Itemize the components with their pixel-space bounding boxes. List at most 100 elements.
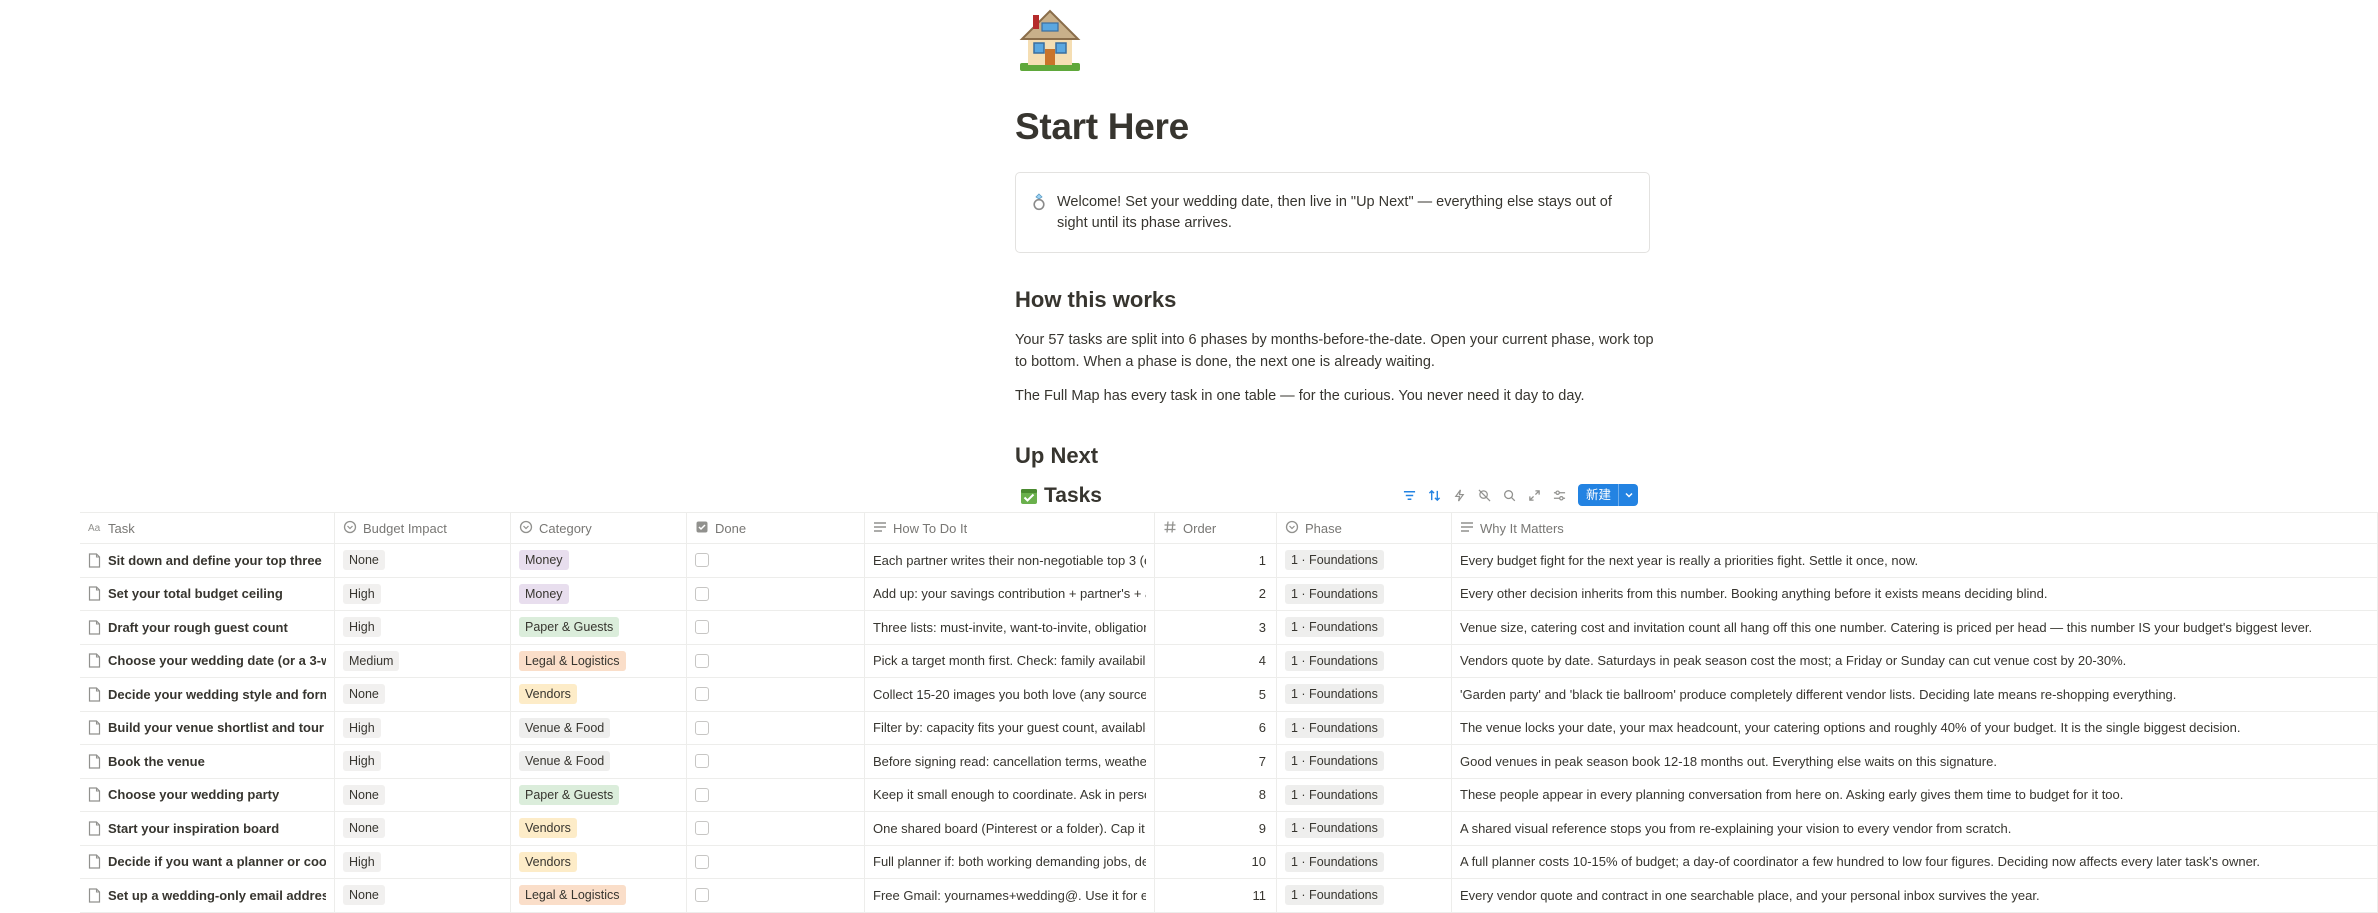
task-title[interactable]: Start your inspiration board bbox=[108, 821, 279, 836]
column-header-order[interactable]: Order bbox=[1155, 513, 1277, 543]
done-checkbox[interactable] bbox=[695, 720, 709, 735]
database-title[interactable]: Tasks bbox=[1020, 483, 1102, 509]
task-cell[interactable]: Draft your rough guest count bbox=[80, 611, 335, 644]
task-cell[interactable]: Set your total budget ceiling bbox=[80, 577, 335, 610]
task-cell[interactable]: Decide your wedding style and formalit bbox=[80, 678, 335, 711]
budget-impact-cell[interactable]: None bbox=[335, 678, 511, 711]
order-cell[interactable]: 11 bbox=[1155, 879, 1277, 912]
how-to-do-it-cell[interactable]: Before signing read: cancellation terms,… bbox=[865, 745, 1155, 778]
why-it-matters-cell[interactable]: These people appear in every planning co… bbox=[1452, 778, 2378, 811]
why-it-matters-cell[interactable]: Good venues in peak season book 12-18 mo… bbox=[1452, 745, 2378, 778]
search-off-icon[interactable] bbox=[1472, 482, 1497, 508]
category-cell[interactable]: Paper & Guests bbox=[511, 611, 687, 644]
done-checkbox[interactable] bbox=[695, 821, 709, 836]
why-it-matters-cell[interactable]: Every vendor quote and contract in one s… bbox=[1452, 879, 2378, 912]
sort-icon[interactable] bbox=[1422, 482, 1447, 508]
task-cell[interactable]: Book the venue bbox=[80, 745, 335, 778]
task-cell[interactable]: Build your venue shortlist and tour top bbox=[80, 711, 335, 744]
table-row[interactable]: Decide if you want a planner or coordin H… bbox=[80, 845, 2378, 879]
category-cell[interactable]: Vendors bbox=[511, 812, 687, 845]
done-checkbox[interactable] bbox=[695, 854, 709, 869]
budget-impact-cell[interactable]: Medium bbox=[335, 644, 511, 677]
task-title[interactable]: Decide if you want a planner or coordin bbox=[108, 854, 326, 869]
table-row[interactable]: Choose your wedding date (or a 3-weel Med… bbox=[80, 644, 2378, 678]
category-cell[interactable]: Venue & Food bbox=[511, 745, 687, 778]
lightning-icon[interactable] bbox=[1447, 482, 1472, 508]
how-to-do-it-cell[interactable]: Pick a target month first. Check: family… bbox=[865, 644, 1155, 677]
phase-cell[interactable]: 1 · Foundations bbox=[1277, 711, 1452, 744]
done-checkbox[interactable] bbox=[695, 620, 709, 635]
phase-cell[interactable]: 1 · Foundations bbox=[1277, 577, 1452, 610]
table-row[interactable]: Set up a wedding-only email address None L… bbox=[80, 879, 2378, 913]
order-cell[interactable]: 10 bbox=[1155, 845, 1277, 878]
category-cell[interactable]: Legal & Logistics bbox=[511, 879, 687, 912]
task-title[interactable]: Set up a wedding-only email address bbox=[108, 888, 326, 903]
category-cell[interactable]: Money bbox=[511, 577, 687, 610]
column-header-why-it-matters[interactable]: Why It Matters bbox=[1452, 513, 2378, 543]
phase-cell[interactable]: 1 · Foundations bbox=[1277, 778, 1452, 811]
done-checkbox[interactable] bbox=[695, 553, 709, 568]
why-it-matters-cell[interactable]: The venue locks your date, your max head… bbox=[1452, 711, 2378, 744]
budget-impact-cell[interactable]: None bbox=[335, 812, 511, 845]
column-header-done[interactable]: Done bbox=[687, 513, 865, 543]
done-checkbox[interactable] bbox=[695, 754, 709, 769]
why-it-matters-cell[interactable]: Every other decision inherits from this … bbox=[1452, 577, 2378, 610]
how-to-do-it-cell[interactable]: Collect 15-20 images you both love (any … bbox=[865, 678, 1155, 711]
table-row[interactable]: Build your venue shortlist and tour top H… bbox=[80, 711, 2378, 745]
task-title[interactable]: Choose your wedding date (or a 3-weel bbox=[108, 653, 326, 668]
house-icon[interactable] bbox=[1018, 5, 1082, 73]
task-cell[interactable]: Choose your wedding date (or a 3-weel bbox=[80, 644, 335, 677]
how-to-do-it-cell[interactable]: Each partner writes their non-negotiable… bbox=[865, 544, 1155, 577]
page-title[interactable]: Start Here bbox=[1015, 106, 1189, 148]
task-title[interactable]: Draft your rough guest count bbox=[108, 620, 288, 635]
column-header-how-to-do-it[interactable]: How To Do It bbox=[865, 513, 1155, 543]
task-title[interactable]: Build your venue shortlist and tour top bbox=[108, 720, 326, 735]
phase-cell[interactable]: 1 · Foundations bbox=[1277, 812, 1452, 845]
phase-cell[interactable]: 1 · Foundations bbox=[1277, 745, 1452, 778]
task-title[interactable]: Choose your wedding party bbox=[108, 787, 279, 802]
task-title[interactable]: Book the venue bbox=[108, 754, 205, 769]
done-checkbox[interactable] bbox=[695, 787, 709, 802]
how-to-do-it-cell[interactable]: Keep it small enough to coordinate. Ask … bbox=[865, 778, 1155, 811]
why-it-matters-cell[interactable]: A shared visual reference stops you from… bbox=[1452, 812, 2378, 845]
table-row[interactable]: Book the venue High Venue & Food Before sig… bbox=[80, 745, 2378, 779]
table-row[interactable]: Decide your wedding style and formalit No… bbox=[80, 678, 2378, 712]
how-to-do-it-cell[interactable]: Free Gmail: yournames+wedding@. Use it f… bbox=[865, 879, 1155, 912]
budget-impact-cell[interactable]: High bbox=[335, 611, 511, 644]
phase-cell[interactable]: 1 · Foundations bbox=[1277, 544, 1452, 577]
why-it-matters-cell[interactable]: Venue size, catering cost and invitation… bbox=[1452, 611, 2378, 644]
budget-impact-cell[interactable]: None bbox=[335, 879, 511, 912]
order-cell[interactable]: 9 bbox=[1155, 812, 1277, 845]
how-to-do-it-cell[interactable]: Add up: your savings contribution + part… bbox=[865, 577, 1155, 610]
budget-impact-cell[interactable]: High bbox=[335, 845, 511, 878]
done-checkbox[interactable] bbox=[695, 653, 709, 668]
order-cell[interactable]: 7 bbox=[1155, 745, 1277, 778]
new-button[interactable]: 新建 bbox=[1578, 484, 1639, 506]
column-header-task[interactable]: Aa Task bbox=[80, 513, 335, 543]
budget-impact-cell[interactable]: High bbox=[335, 577, 511, 610]
budget-impact-cell[interactable]: High bbox=[335, 711, 511, 744]
task-title[interactable]: Set your total budget ceiling bbox=[108, 586, 283, 601]
table-row[interactable]: Set your total budget ceiling High Money Ad… bbox=[80, 577, 2378, 611]
order-cell[interactable]: 1 bbox=[1155, 544, 1277, 577]
how-to-do-it-cell[interactable]: One shared board (Pinterest or a folder)… bbox=[865, 812, 1155, 845]
settings-sliders-icon[interactable] bbox=[1547, 482, 1572, 508]
column-header-category[interactable]: Category bbox=[511, 513, 687, 543]
new-button-label[interactable]: 新建 bbox=[1578, 484, 1618, 506]
chevron-down-icon[interactable] bbox=[1618, 484, 1638, 506]
done-checkbox[interactable] bbox=[695, 687, 709, 702]
budget-impact-cell[interactable]: None bbox=[335, 544, 511, 577]
category-cell[interactable]: Vendors bbox=[511, 845, 687, 878]
phase-cell[interactable]: 1 · Foundations bbox=[1277, 845, 1452, 878]
filter-icon[interactable] bbox=[1397, 482, 1422, 508]
phase-cell[interactable]: 1 · Foundations bbox=[1277, 611, 1452, 644]
task-cell[interactable]: Sit down and define your top three prio bbox=[80, 544, 335, 577]
category-cell[interactable]: Paper & Guests bbox=[511, 778, 687, 811]
table-row[interactable]: Draft your rough guest count High Paper & … bbox=[80, 611, 2378, 645]
order-cell[interactable]: 8 bbox=[1155, 778, 1277, 811]
budget-impact-cell[interactable]: High bbox=[335, 745, 511, 778]
budget-impact-cell[interactable]: None bbox=[335, 778, 511, 811]
category-cell[interactable]: Money bbox=[511, 544, 687, 577]
why-it-matters-cell[interactable]: A full planner costs 10-15% of budget; a… bbox=[1452, 845, 2378, 878]
column-header-phase[interactable]: Phase bbox=[1277, 513, 1452, 543]
